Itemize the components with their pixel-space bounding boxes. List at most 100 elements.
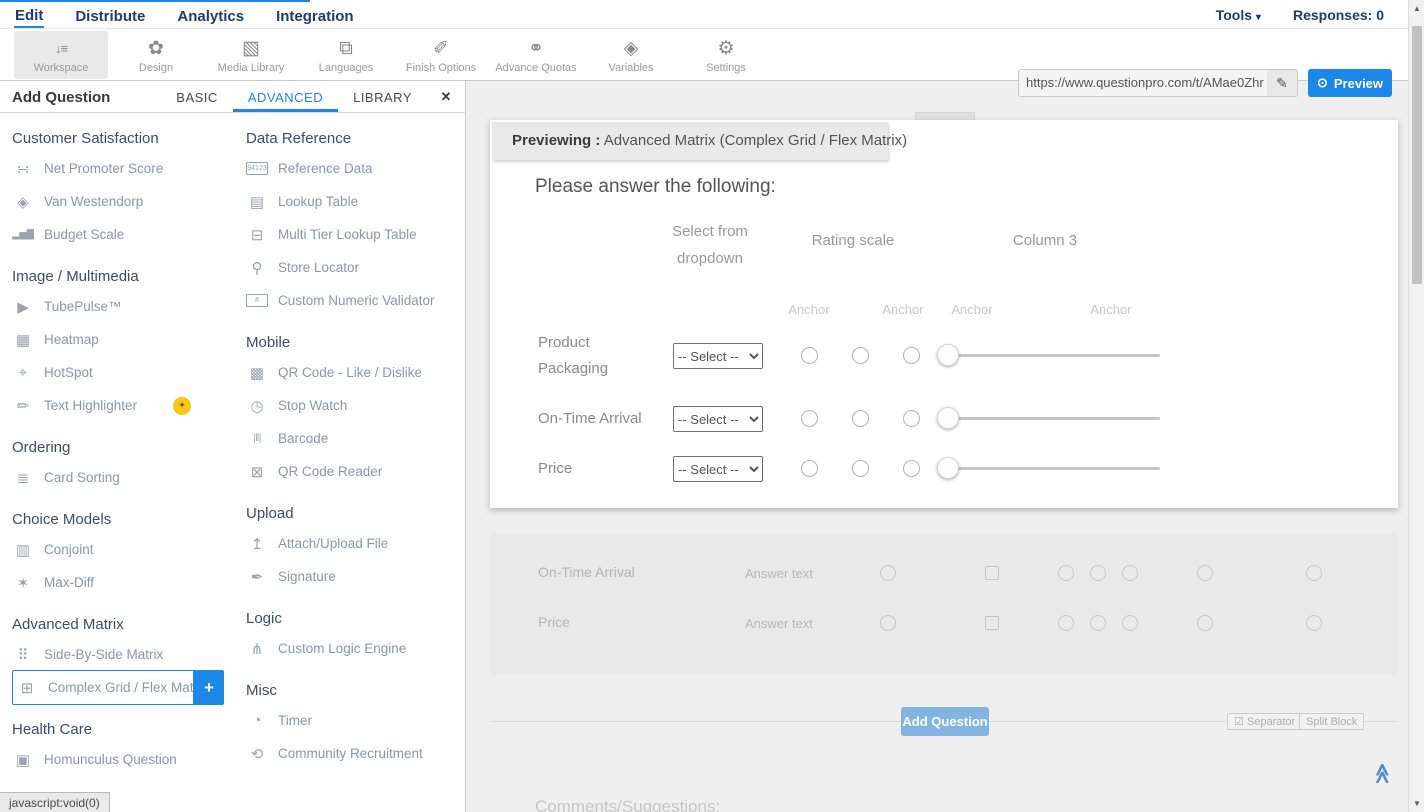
separator-toggle[interactable]: ☑ Separator	[1227, 713, 1302, 730]
survey-url-input[interactable]: https://www.questionpro.com/t/AMae0Zhr	[1019, 70, 1267, 96]
close-icon[interactable]: ✕	[427, 81, 465, 112]
pencil-icon[interactable]: ✎	[1267, 70, 1297, 96]
sidebar-item-text-highlighter[interactable]: ✏Text Highlighter✦	[12, 389, 246, 422]
sidebar-item-lookup-table[interactable]: ▤Lookup Table	[246, 185, 462, 218]
sidebar-item-qr-code-like-dislike[interactable]: ▩QR Code - Like / Dislike	[246, 356, 462, 389]
editor-radio[interactable]	[1197, 615, 1213, 631]
sidebar-item-multi-tier-lookup-table[interactable]: ⊟Multi Tier Lookup Table	[246, 218, 462, 251]
toolbar-button-design[interactable]: ✿Design	[109, 31, 203, 79]
tools-menu[interactable]: Tools ▾	[1216, 7, 1261, 23]
nav-item-edit[interactable]: Edit	[14, 2, 44, 28]
editor-radio[interactable]	[1197, 565, 1213, 581]
sidebar-item-van-westendorp[interactable]: ◈Van Westendorp	[12, 185, 246, 218]
row-dropdown[interactable]: -- Select --	[673, 406, 763, 432]
toolbar-button-label: Design	[139, 62, 173, 74]
toolbar-button-finish-options[interactable]: ✐Finish Options	[394, 31, 488, 79]
sidebar-item-homunculus-question[interactable]: ▣Homunculus Question	[12, 743, 246, 776]
editor-radio[interactable]	[880, 615, 896, 631]
rating-radio[interactable]	[903, 410, 920, 427]
sidebar-item-signature[interactable]: ✒Signature	[246, 560, 462, 593]
nav-item-integration[interactable]: Integration	[275, 3, 355, 27]
toolbar-button-media-library[interactable]: ▧Media Library	[204, 31, 298, 79]
editor-radio[interactable]	[1058, 565, 1074, 581]
editor-radio[interactable]	[1122, 565, 1138, 581]
nav-item-analytics[interactable]: Analytics	[176, 3, 245, 27]
rating-radio[interactable]	[903, 347, 920, 364]
chevron-double-up-icon[interactable]: ≪	[1370, 763, 1395, 784]
editor-radio[interactable]	[880, 565, 896, 581]
toolbar-button-variables[interactable]: ◈Variables	[584, 31, 678, 79]
editor-radio[interactable]	[1122, 615, 1138, 631]
row-dropdown[interactable]: -- Select --	[673, 343, 763, 369]
sidebar-item-store-locator[interactable]: ⚲Store Locator	[246, 251, 462, 284]
editor-radio[interactable]	[1090, 565, 1106, 581]
matrix-row-price: Price-- Select --	[490, 452, 1398, 486]
toolbar-button-languages[interactable]: ⧉Languages	[299, 31, 393, 79]
slider-knob[interactable]	[937, 457, 959, 479]
scrollbar-thumb[interactable]	[1412, 26, 1422, 284]
scroll-up-icon[interactable]: ▲	[1409, 4, 1424, 13]
sidebar-item-qr-code-reader[interactable]: ⊠QR Code Reader	[246, 455, 462, 488]
tab-basic[interactable]: BASIC	[161, 81, 233, 112]
rating-radio[interactable]	[852, 410, 869, 427]
slider-track[interactable]	[938, 417, 1160, 420]
toolbar-button-workspace[interactable]: ↓≡Workspace	[14, 31, 108, 79]
slider-track[interactable]	[938, 467, 1160, 470]
toolbar-button-label: Settings	[706, 62, 746, 74]
rating-radio[interactable]	[801, 460, 818, 477]
rating-radio[interactable]	[801, 410, 818, 427]
editor-radio[interactable]	[1090, 615, 1106, 631]
add-question-button[interactable]: Add Question	[901, 707, 989, 736]
responses-count[interactable]: Responses: 0	[1293, 7, 1384, 23]
sidebar-item-label: Text Highlighter	[44, 398, 137, 413]
slider-knob[interactable]	[937, 407, 959, 429]
sidebar-item-card-sorting[interactable]: ≣Card Sorting	[12, 461, 246, 494]
sidebar-item-net-promoter-score[interactable]: ∺Net Promoter Score	[12, 152, 246, 185]
editor-checkbox[interactable]	[985, 566, 999, 580]
sidebar-item-max-diff[interactable]: ✶Max-Diff	[12, 566, 246, 599]
tab-library[interactable]: LIBRARY	[338, 81, 427, 112]
rating-radio[interactable]	[852, 460, 869, 477]
side-by-side-matrix-icon: ⠿	[12, 646, 34, 664]
section-heading-ordering: Ordering	[12, 439, 246, 456]
sidebar-item-timer[interactable]: ◔Timer	[246, 704, 462, 737]
preview-button[interactable]: ⊙ Preview	[1308, 69, 1392, 97]
split-block-button[interactable]: Split Block	[1299, 713, 1364, 730]
editor-radio[interactable]	[1058, 615, 1074, 631]
sidebar-item-custom-logic-engine[interactable]: ⋔Custom Logic Engine	[246, 632, 462, 665]
sidebar-item-tubepulse[interactable]: ▶TubePulse™	[12, 290, 246, 323]
sidebar-item-side-by-side-matrix[interactable]: ⠿Side-By-Side Matrix	[12, 638, 246, 671]
editor-radio[interactable]	[1306, 565, 1322, 581]
sidebar-item-heatmap[interactable]: ▦Heatmap	[12, 323, 246, 356]
toolbar-button-advance-quotas[interactable]: ⚭Advance Quotas	[489, 31, 583, 79]
tab-advanced[interactable]: ADVANCED	[233, 81, 338, 112]
sidebar-item-reference-data[interactable]: 94123Reference Data	[246, 152, 462, 185]
sidebar-item-complex-grid-flex-matrix[interactable]: ⊞Complex Grid / Flex Matrix	[12, 670, 194, 705]
sidebar-item-stop-watch[interactable]: ◷Stop Watch	[246, 389, 462, 422]
eye-icon: ⊙	[1317, 75, 1328, 91]
row-dropdown[interactable]: -- Select --	[673, 456, 763, 482]
sidebar-item-community-recruitment[interactable]: ⟲Community Recruitment	[246, 737, 462, 770]
add-selected-question-button[interactable]: +	[194, 670, 224, 705]
slider-knob[interactable]	[937, 344, 959, 366]
community-icon: ⟲	[246, 745, 268, 763]
page-scrollbar[interactable]: ▲ ▼	[1408, 0, 1424, 812]
sidebar-item-attach-upload-file[interactable]: ↥Attach/Upload File	[246, 527, 462, 560]
sidebar-item-conjoint[interactable]: ▥Conjoint	[12, 533, 246, 566]
sidebar-item-budget-scale[interactable]: ▂▅▇Budget Scale	[12, 218, 246, 251]
heatmap-icon: ▦	[12, 331, 34, 349]
sidebar-item-hotspot[interactable]: ⌖HotSpot	[12, 356, 246, 389]
timer-icon: ◔	[246, 712, 268, 729]
editor-radio[interactable]	[1306, 615, 1322, 631]
sidebar-item-label: Net Promoter Score	[44, 161, 163, 176]
rating-radio[interactable]	[903, 460, 920, 477]
editor-checkbox[interactable]	[985, 616, 999, 630]
nav-item-distribute[interactable]: Distribute	[74, 3, 146, 27]
scroll-down-icon[interactable]: ▼	[1409, 799, 1424, 808]
toolbar-button-settings[interactable]: ⚙Settings	[679, 31, 773, 79]
slider-track[interactable]	[938, 354, 1160, 357]
sidebar-item-custom-numeric-validator[interactable]: #Custom Numeric Validator	[246, 284, 462, 317]
rating-radio[interactable]	[801, 347, 818, 364]
rating-radio[interactable]	[852, 347, 869, 364]
sidebar-item-barcode[interactable]: |‖|Barcode	[246, 422, 462, 455]
